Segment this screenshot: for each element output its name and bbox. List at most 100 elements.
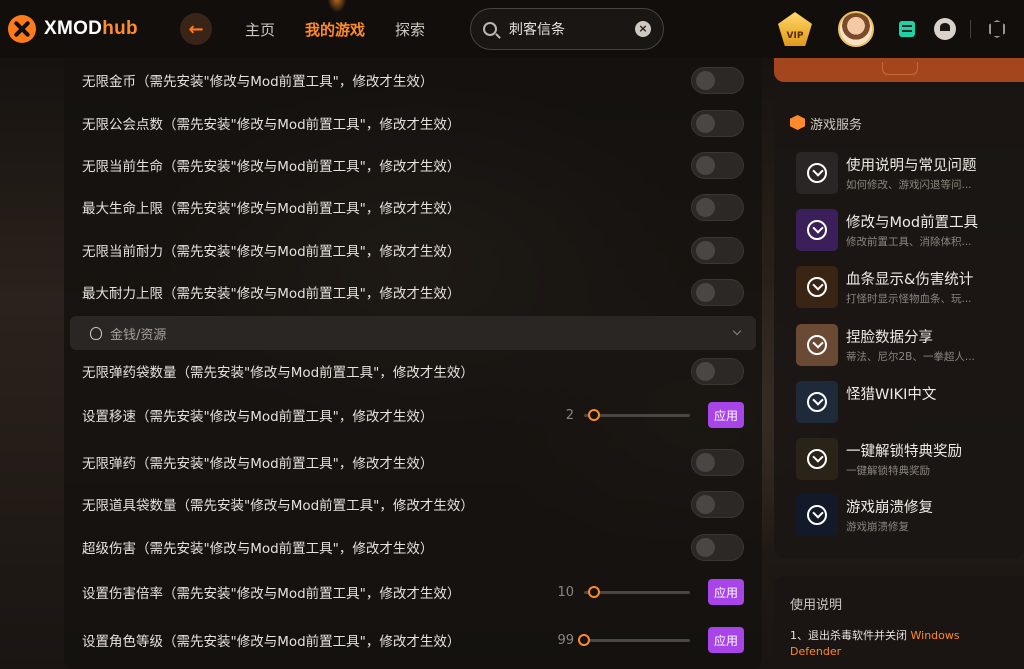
search-icon [483, 22, 497, 36]
setting-label: 超级伤害（需先安装"修改与Mod前置工具"，修改才生效） [82, 541, 434, 557]
toggle-switch[interactable] [691, 193, 744, 221]
slider-handle[interactable] [588, 586, 600, 598]
download-icon [796, 381, 838, 423]
service-title: 怪猎WIKI中文 [846, 387, 937, 403]
setting-row: 设置伤害倍率（需先安装"修改与Mod前置工具"，修改才生效） 10 应用 [64, 571, 762, 613]
chevron-down-icon[interactable] [732, 326, 742, 336]
vip-badge[interactable]: VIP [778, 12, 812, 46]
service-subtitle: 如何修改、游戏闪退等问... [846, 179, 972, 191]
slider-value: 99 [557, 632, 574, 648]
nav-my-games[interactable]: 我的游戏 [305, 0, 365, 40]
usage-title: 使用说明 [790, 598, 843, 613]
slider-handle[interactable] [578, 634, 590, 646]
toggle-switch[interactable] [691, 357, 744, 385]
setting-row: 无限道具袋数量（需先安装"修改与Mod前置工具"，修改才生效） [64, 483, 762, 525]
slider-track[interactable] [584, 638, 690, 642]
setting-row: 无限弹药（需先安装"修改与Mod前置工具"，修改才生效） [64, 441, 762, 483]
service-item[interactable]: 游戏崩溃修复 游戏崩溃修复 [796, 494, 1016, 538]
setting-label: 设置移速（需先安装"修改与Mod前置工具"，修改才生效） [82, 409, 434, 425]
apply-button[interactable]: 应用 [708, 402, 744, 428]
service-item[interactable]: 修改与Mod前置工具修改前置工具、消除体积... [796, 209, 1016, 253]
service-item[interactable]: 怪猎WIKI中文 [796, 381, 1016, 425]
setting-row: 无限公会点数（需先安装"修改与Mod前置工具"，修改才生效） [64, 102, 762, 144]
apply-button[interactable]: 应用 [708, 579, 744, 605]
setting-label: 无限金币（需先安装"修改与Mod前置工具"，修改才生效） [82, 74, 434, 90]
usage-text: 1、退出杀毒软件并关闭 Windows Defender [790, 629, 960, 658]
toggle-switch[interactable] [691, 151, 744, 179]
clear-search-icon[interactable]: × [635, 21, 651, 37]
toggle-switch[interactable] [691, 533, 744, 561]
service-item[interactable]: 血条显示&伤害统计打怪时显示怪物血条、玩... [796, 266, 1016, 310]
divider [970, 20, 971, 38]
service-item[interactable]: 捏脸数据分享蒂法、尼尔2B、一拳超人... [796, 324, 1016, 368]
section-label: 金钱/资源 [110, 327, 167, 343]
setting-label: 最大生命上限（需先安装"修改与Mod前置工具"，修改才生效） [82, 201, 461, 217]
setting-label: 无限当前生命（需先安装"修改与Mod前置工具"，修改才生效） [82, 159, 461, 175]
slider-handle[interactable] [588, 409, 600, 421]
arrow-left-icon: ← [188, 18, 204, 40]
setting-row: 最大生命上限（需先安装"修改与Mod前置工具"，修改才生效） [64, 186, 762, 228]
service-subtitle: 修改前置工具、消除体积... [846, 236, 972, 248]
download-icon [796, 152, 838, 194]
app-icon[interactable] [899, 21, 915, 37]
toggle-switch[interactable] [691, 490, 744, 518]
service-item[interactable]: 使用说明与常见问题如何修改、游戏闪退等问... [796, 152, 1016, 196]
setting-row: 设置移速（需先安装"修改与Mod前置工具"，修改才生效） 2 应用 [64, 394, 762, 436]
service-subtitle: 游戏崩溃修复 [846, 521, 909, 533]
service-title: 一键解锁特典奖励 [846, 444, 962, 460]
slider-value: 10 [557, 584, 574, 600]
service-title: 修改与Mod前置工具 [846, 215, 979, 231]
support-icon[interactable] [934, 18, 956, 40]
toggle-switch[interactable] [691, 278, 744, 306]
cube-icon [790, 115, 805, 130]
setting-label: 设置角色等级（需先安装"修改与Mod前置工具"，修改才生效） [82, 634, 461, 650]
main-nav: 主页 我的游戏 探索 [245, 0, 455, 58]
setting-row: 无限当前生命（需先安装"修改与Mod前置工具"，修改才生效） [64, 144, 762, 186]
download-icon [796, 438, 838, 480]
setting-label: 无限弹药袋数量（需先安装"修改与Mod前置工具"，修改才生效） [82, 365, 474, 381]
toggle-switch[interactable] [691, 448, 744, 476]
setting-label: 最大耐力上限（需先安装"修改与Mod前置工具"，修改才生效） [82, 286, 461, 302]
money-bag-icon [90, 326, 102, 340]
settings-icon[interactable] [989, 20, 1005, 38]
logo-text: XMODhub [44, 18, 138, 39]
setting-row: 无限金币（需先安装"修改与Mod前置工具"，修改才生效） [64, 59, 762, 101]
service-title: 捏脸数据分享 [846, 330, 933, 346]
nav-explore[interactable]: 探索 [395, 19, 425, 40]
download-icon [796, 324, 838, 366]
setting-label: 无限当前耐力（需先安装"修改与Mod前置工具"，修改才生效） [82, 244, 461, 260]
slider-value: 2 [565, 407, 574, 423]
setting-row: 超级伤害（需先安装"修改与Mod前置工具"，修改才生效） [64, 526, 762, 568]
logo-icon [8, 15, 36, 43]
service-subtitle: 打怪时显示怪物血条、玩... [846, 293, 972, 305]
setting-label: 无限公会点数（需先安装"修改与Mod前置工具"，修改才生效） [82, 117, 461, 133]
setting-row: 设置角色等级（需先安装"修改与Mod前置工具"，修改才生效） 99 应用 [64, 619, 762, 661]
search-box: × [470, 8, 664, 50]
services-title: 游戏服务 [810, 118, 863, 133]
apply-button[interactable]: 应用 [708, 627, 744, 653]
nav-home[interactable]: 主页 [245, 19, 275, 40]
toggle-switch[interactable] [691, 109, 744, 137]
avatar[interactable] [838, 11, 874, 47]
service-title: 使用说明与常见问题 [846, 158, 977, 174]
toggle-switch[interactable] [691, 236, 744, 264]
section-header-money[interactable]: 金钱/资源 [70, 316, 756, 350]
setting-label: 设置伤害倍率（需先安装"修改与Mod前置工具"，修改才生效） [82, 586, 461, 602]
setting-row: 无限弹药袋数量（需先安装"修改与Mod前置工具"，修改才生效） [64, 350, 762, 392]
game-services-card: 游戏服务 使用说明与常见问题 如何修改、游戏闪退等问... 修改与Mod前置工具 修改… [774, 98, 1024, 558]
setting-label: 无限道具袋数量（需先安装"修改与Mod前置工具"，修改才生效） [82, 498, 474, 514]
setting-row: 无限当前耐力（需先安装"修改与Mod前置工具"，修改才生效） [64, 229, 762, 271]
search-input[interactable] [509, 21, 629, 37]
setting-row: 最大耐力上限（需先安装"修改与Mod前置工具"，修改才生效） [64, 271, 762, 313]
service-subtitle: 一键解锁特典奖励 [846, 465, 930, 477]
service-title: 血条显示&伤害统计 [846, 272, 974, 288]
logo[interactable]: XMODhub [8, 15, 158, 43]
service-title: 游戏崩溃修复 [846, 500, 933, 516]
back-button[interactable]: ← [180, 13, 212, 45]
toggle-switch[interactable] [691, 66, 744, 94]
service-subtitle: 蒂法、尼尔2B、一拳超人... [846, 351, 975, 363]
banner-strip[interactable] [774, 58, 1024, 82]
top-bar: XMODhub ← 主页 我的游戏 探索 × VIP [0, 0, 1024, 58]
service-item[interactable]: 一键解锁特典奖励 一键解锁特典奖励 [796, 438, 1016, 482]
download-icon [796, 266, 838, 308]
